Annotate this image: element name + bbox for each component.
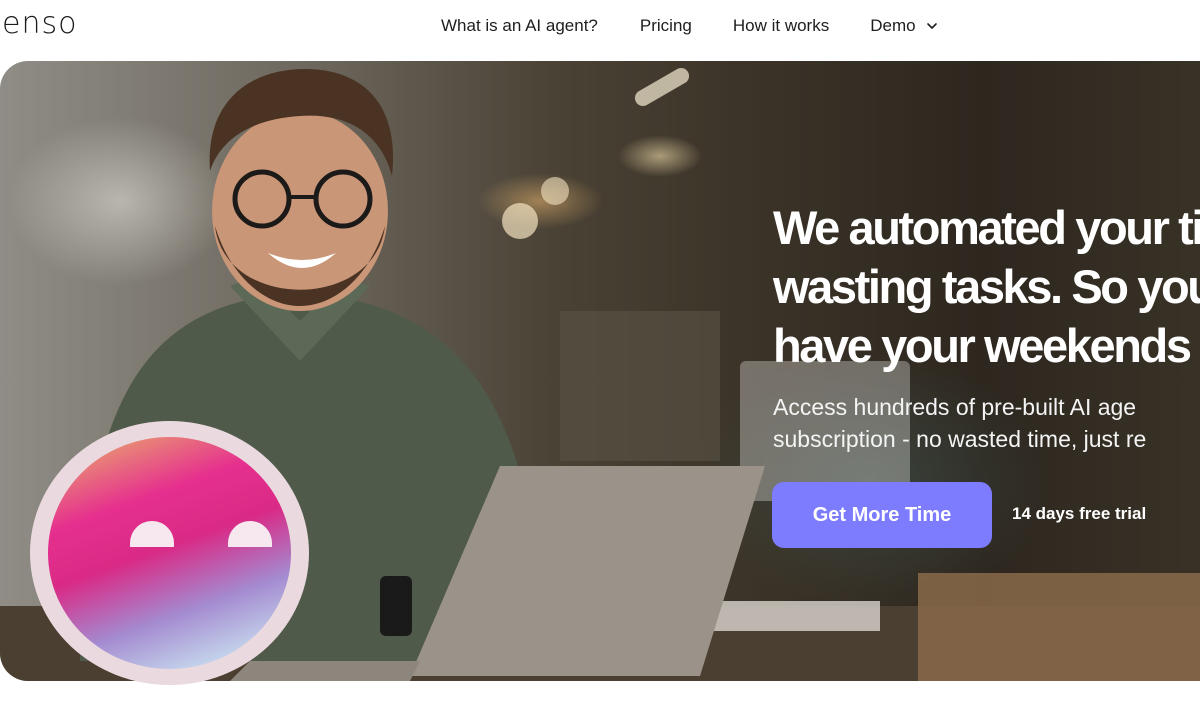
mascot-eye-left — [130, 521, 174, 547]
ceiling-light — [634, 68, 690, 106]
nav-demo-label: Demo — [870, 16, 916, 35]
subtext-line-2: subscription - no wasted time, just re — [773, 426, 1147, 452]
free-trial-text: 14 days free trial — [1012, 504, 1147, 523]
hero-subtext: Access hundreds of pre-built AI age subs… — [773, 391, 1200, 455]
desk-papers — [700, 601, 880, 631]
nav-dropdown-demo[interactable]: Demo — [870, 16, 937, 36]
ceiling-light — [541, 177, 569, 205]
ceiling-light — [502, 203, 538, 239]
headline-line-2: wasting tasks. So you — [773, 260, 1200, 313]
top-navigation: enso What is an AI agent? Pricing How it… — [0, 0, 1200, 58]
enso-logo[interactable]: enso — [2, 6, 77, 41]
nav-link-what-is-ai-agent[interactable]: What is an AI agent? — [441, 16, 598, 36]
get-more-time-button[interactable]: Get More Time — [772, 482, 992, 548]
hero-headline: We automated your ti wasting tasks. So y… — [773, 198, 1200, 375]
nav-link-how-it-works[interactable]: How it works — [733, 16, 829, 36]
headline-line-3: have your weekends — [773, 319, 1192, 372]
mascot-eye-right — [228, 521, 272, 547]
headline-line-1: We automated your ti — [773, 201, 1200, 254]
smiley-mascot-icon[interactable] — [30, 421, 309, 685]
mascot-face — [48, 437, 291, 669]
laptop-base — [230, 661, 420, 681]
desk-box — [918, 573, 1200, 681]
nav-link-pricing[interactable]: Pricing — [640, 16, 692, 36]
background-shelf — [560, 311, 720, 461]
chevron-down-icon — [926, 23, 937, 29]
subtext-line-1: Access hundreds of pre-built AI age — [773, 394, 1137, 420]
person-watch — [380, 576, 412, 636]
nav-links: What is an AI agent? Pricing How it work… — [441, 16, 938, 36]
